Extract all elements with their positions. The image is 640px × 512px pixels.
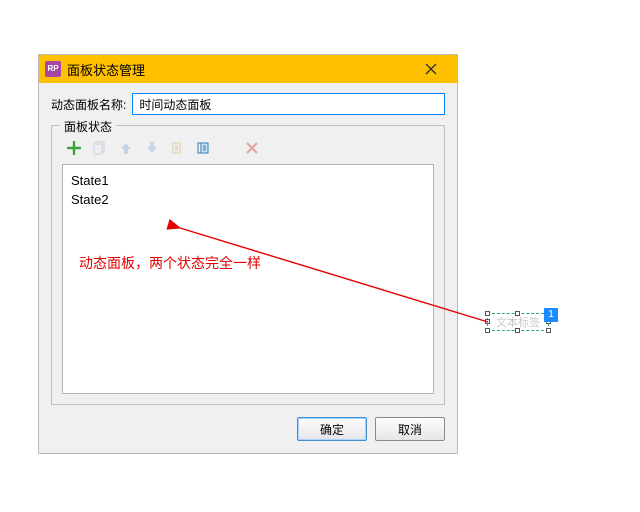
fieldset-legend: 面板状态 xyxy=(60,118,116,135)
resize-handle[interactable] xyxy=(485,311,490,316)
ok-button[interactable]: 确定 xyxy=(297,417,367,441)
list-item[interactable]: State1 xyxy=(71,171,425,190)
cancel-button[interactable]: 取消 xyxy=(375,417,445,441)
annotation-text: 动态面板，两个状态完全一样 xyxy=(79,253,261,273)
edit-icon[interactable] xyxy=(170,140,186,156)
resize-handle[interactable] xyxy=(515,328,520,333)
name-label: 动态面板名称: xyxy=(51,96,126,113)
states-toolbar xyxy=(62,134,434,164)
edit-all-icon[interactable] xyxy=(196,140,212,156)
footnote-badge: 1 xyxy=(544,308,558,322)
resize-handle[interactable] xyxy=(485,319,490,324)
panel-name-input[interactable] xyxy=(132,93,445,115)
delete-icon[interactable] xyxy=(244,140,260,156)
state-list[interactable]: State1 State2 动态面板，两个状态完全一样 xyxy=(62,164,434,394)
resize-handle[interactable] xyxy=(485,328,490,333)
move-up-icon[interactable] xyxy=(118,140,134,156)
add-icon[interactable] xyxy=(66,140,82,156)
name-row: 动态面板名称: xyxy=(51,93,445,115)
states-fieldset: 面板状态 xyxy=(51,125,445,405)
text-label-box[interactable]: 文本标签 1 xyxy=(487,313,549,331)
move-down-icon[interactable] xyxy=(144,140,160,156)
close-button[interactable] xyxy=(411,55,451,83)
list-item[interactable]: State2 xyxy=(71,190,425,209)
dialog-title: 面板状态管理 xyxy=(67,60,411,79)
dialog-body: 动态面板名称: 面板状态 xyxy=(39,83,457,453)
close-icon xyxy=(425,63,437,75)
titlebar[interactable]: RP 面板状态管理 xyxy=(39,55,457,83)
panel-state-dialog: RP 面板状态管理 动态面板名称: 面板状态 xyxy=(38,54,458,454)
resize-handle[interactable] xyxy=(515,311,520,316)
duplicate-icon[interactable] xyxy=(92,140,108,156)
external-text-widget[interactable]: 文本标签 1 xyxy=(487,313,557,333)
resize-handle[interactable] xyxy=(546,328,551,333)
button-row: 确定 取消 xyxy=(51,417,445,441)
app-icon: RP xyxy=(45,61,61,77)
